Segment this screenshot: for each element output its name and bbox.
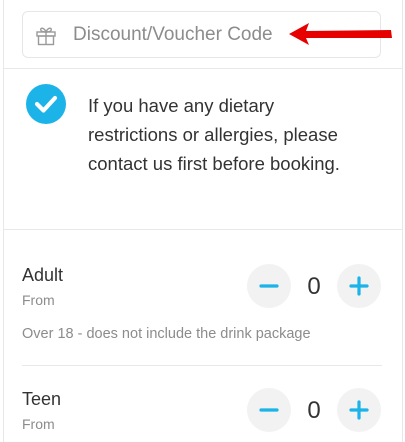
divider [4, 229, 402, 230]
ticket-price-from-adult: From [22, 292, 55, 308]
check-circle-icon [26, 84, 66, 124]
gift-icon [34, 23, 58, 47]
teen-decrease-button[interactable] [247, 388, 291, 432]
booking-panel [3, 0, 403, 442]
divider [4, 68, 402, 69]
minus-icon [259, 408, 279, 412]
divider [22, 365, 382, 366]
ticket-label-teen: Teen [22, 389, 62, 409]
ticket-label-adult: Adult [22, 265, 64, 285]
teen-increase-button[interactable] [337, 388, 381, 432]
adult-decrease-button[interactable] [247, 264, 291, 308]
dietary-notice-text: If you have any dietary restrictions or … [88, 95, 340, 174]
ticket-price-from-teen: From [22, 416, 55, 432]
plus-icon [349, 400, 369, 420]
red-arrow-icon [289, 23, 392, 45]
minus-icon [259, 284, 279, 288]
adult-increase-button[interactable] [337, 264, 381, 308]
teen-count: 0 [307, 397, 321, 424]
adult-count: 0 [307, 273, 321, 300]
ticket-description-adult: Over 18 - does not include the drink pac… [22, 326, 311, 342]
plus-icon [349, 276, 369, 296]
